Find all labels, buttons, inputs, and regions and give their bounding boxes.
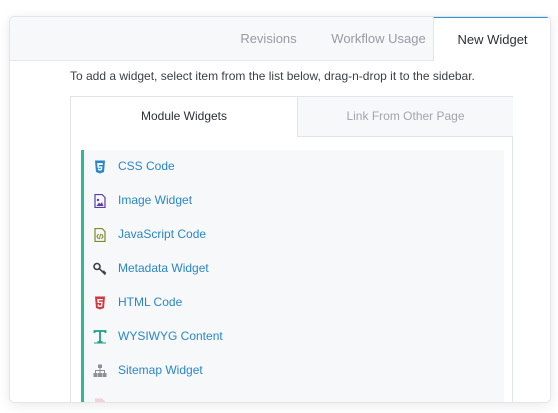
widget-item-partially-hidden[interactable]	[84, 388, 501, 402]
tab-module-widgets[interactable]: Module Widgets	[71, 97, 297, 136]
widget-item-css-code[interactable]: CSS Code	[84, 150, 501, 184]
tab-workflow-usage[interactable]: Workflow Usage	[315, 17, 442, 60]
tab-new-widget[interactable]: New Widget	[433, 17, 550, 61]
widget-item-html-code[interactable]: HTML Code	[84, 286, 501, 320]
tab-link-from-other-page[interactable]: Link From Other Page	[297, 97, 513, 137]
text-format-icon	[93, 330, 107, 344]
image-icon	[93, 194, 107, 208]
widget-label: HTML Code	[118, 295, 183, 309]
widget-item-wysiwyg-content[interactable]: WYSIWYG Content	[84, 320, 501, 354]
widget-source-panel: Module Widgets Link From Other Page CSS …	[70, 96, 513, 402]
widget-label: Metadata Widget	[118, 261, 209, 275]
sitemap-icon	[93, 364, 107, 378]
widget-label: CSS Code	[118, 159, 175, 173]
widget-item-metadata-widget[interactable]: Metadata Widget	[84, 252, 501, 286]
file-icon	[93, 398, 107, 402]
css3-icon	[93, 160, 107, 174]
widget-list: CSS Code Image Widget JavaScript Code Me…	[81, 150, 504, 402]
widget-panel-card: Revisions Workflow Usage New Widget To a…	[9, 16, 551, 403]
widget-item-javascript-code[interactable]: JavaScript Code	[84, 218, 501, 252]
widget-label: Image Widget	[118, 193, 193, 207]
key-icon	[93, 262, 107, 276]
widget-item-sitemap-widget[interactable]: Sitemap Widget	[84, 354, 501, 388]
widget-label: JavaScript Code	[118, 227, 207, 241]
html5-icon	[93, 296, 107, 310]
widget-item-image-widget[interactable]: Image Widget	[84, 184, 501, 218]
tab-revisions[interactable]: Revisions	[216, 17, 321, 60]
javascript-file-icon	[93, 228, 107, 242]
top-tab-bar: Revisions Workflow Usage New Widget	[10, 17, 550, 61]
instruction-text: To add a widget, select item from the li…	[70, 69, 475, 83]
widget-label: WYSIWYG Content	[118, 329, 223, 343]
subtab-bar: Module Widgets Link From Other Page	[71, 97, 513, 137]
widget-label: Sitemap Widget	[118, 363, 203, 377]
